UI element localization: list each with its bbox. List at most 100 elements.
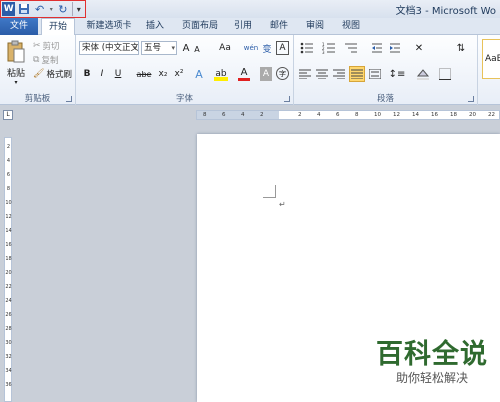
styles-group: AaBb [478, 35, 500, 105]
increase-indent-icon[interactable] [388, 41, 402, 55]
align-center-icon[interactable] [315, 67, 329, 81]
ruler-tick-label: 36 [5, 382, 12, 388]
tab-file[interactable]: 文件 [0, 18, 38, 35]
text-effects-button[interactable]: A [192, 67, 206, 81]
cut-button[interactable]: ✂ 剪切 [33, 40, 60, 52]
window-title: 文档3 - Microsoft Wo [395, 6, 496, 17]
margin-crop-mark [263, 185, 276, 198]
font-size-value: 五号 [144, 43, 162, 53]
ruler-tick-label: 10 [5, 200, 12, 206]
tab-home[interactable]: 开始 [41, 18, 75, 36]
paragraph-mark: ↵ [279, 200, 286, 209]
ruler-tick-label: 32 [5, 354, 12, 360]
superscript-button[interactable]: x² [172, 67, 186, 81]
ruler-tick-label: 18 [5, 256, 12, 262]
undo-icon[interactable]: ↶ [33, 2, 46, 16]
redo-icon[interactable]: ↻ [56, 2, 69, 16]
svg-text:3: 3 [322, 50, 325, 54]
tab-page-layout[interactable]: 页面布局 [176, 18, 224, 35]
title-bar: W ↶ ▾ ↻ ▾ 文档3 - Microsoft Wo [0, 0, 500, 18]
tab-view[interactable]: 视图 [336, 18, 366, 35]
ruler-tick-label: 12 [393, 112, 400, 118]
character-shading-button[interactable]: A [260, 67, 272, 81]
borders-icon[interactable] [436, 67, 454, 81]
quick-access-toolbar: W ↶ ▾ ↻ ▾ [0, 0, 86, 18]
ruler-tick-label: 10 [374, 112, 381, 118]
bullets-icon[interactable] [298, 41, 316, 55]
shrink-font-button[interactable]: A [192, 43, 202, 55]
subscript-button[interactable]: x₂ [156, 67, 170, 81]
vertical-ruler[interactable]: 2 4 6 8 10 12 14 16 18 20 22 24 26 28 30 32 34 36 [4, 137, 12, 402]
align-right-icon[interactable] [332, 67, 346, 81]
paste-dropdown-icon[interactable]: ▾ [12, 78, 20, 86]
distributed-icon[interactable] [368, 67, 382, 81]
grow-font-button[interactable]: A [180, 41, 192, 55]
tab-references[interactable]: 引用 [228, 18, 258, 35]
align-left-icon[interactable] [298, 67, 312, 81]
change-case-button[interactable]: Aa [216, 41, 234, 55]
numbering-icon[interactable]: 123 [320, 41, 338, 55]
sort-icon[interactable]: ⇅ [454, 41, 468, 55]
phonetic-guide-button[interactable]: wén [244, 41, 258, 55]
paste-button[interactable]: 粘贴 [4, 66, 28, 79]
ruler-tick-label: 20 [5, 270, 12, 276]
tab-selector-icon[interactable]: L [3, 110, 13, 120]
paste-icon[interactable] [4, 38, 28, 66]
ruler-tick-label: 4 [241, 112, 245, 118]
line-spacing-icon[interactable]: ↕≡ [388, 67, 406, 81]
ruler-tick-label: 2 [298, 112, 302, 118]
ruler-tick-label: 2 [6, 144, 11, 150]
multilevel-list-icon[interactable] [342, 41, 360, 55]
font-group: 宋体 (中文正文 ▾ 五号 ▾ A A Aa wén 变 A B I U abe x… [76, 35, 294, 105]
format-painter-button[interactable]: 🖌 格式刷 [33, 68, 72, 80]
font-name-combo[interactable]: 宋体 (中文正文 ▾ [79, 41, 139, 55]
font-launcher-icon[interactable] [284, 96, 290, 102]
ruler-tick-label: 30 [5, 340, 12, 346]
customize-qat-icon[interactable]: ▾ [71, 2, 85, 16]
tab-review[interactable]: 审阅 [300, 18, 330, 35]
font-name-value: 宋体 (中文正文 [82, 43, 139, 53]
undo-dropdown-icon[interactable]: ▾ [48, 2, 54, 16]
tab-insert[interactable]: 插入 [140, 18, 170, 35]
ruler-tick-label: 6 [6, 172, 11, 178]
ruler-tick-label: 22 [5, 284, 12, 290]
highlight-button[interactable]: ab [214, 67, 228, 81]
font-size-combo[interactable]: 五号 ▾ [141, 41, 177, 55]
font-group-label: 字体 [175, 94, 193, 104]
word-logo-icon[interactable]: W [2, 2, 16, 16]
underline-button[interactable]: U [112, 67, 124, 81]
paragraph-launcher-icon[interactable] [468, 96, 474, 102]
ruler-tick-label: 22 [488, 112, 495, 118]
ruler-tick-label: 14 [412, 112, 419, 118]
chinese-layout-icon[interactable]: ✕ [410, 41, 428, 55]
shading-icon[interactable] [414, 67, 432, 81]
strikethrough-button[interactable]: abe [136, 67, 152, 81]
horizontal-ruler[interactable]: 8 6 4 2 2 4 6 8 10 12 14 16 18 20 22 [196, 110, 500, 120]
ruler-tick-label: 24 [5, 298, 12, 304]
enclose-characters-button[interactable]: 字 [276, 67, 289, 80]
copy-icon: ⧉ [33, 55, 40, 65]
ribbon: 粘贴 ▾ ✂ 剪切 ⧉ 复制 🖌 格式刷 剪贴板 宋体 (中文正文 ▾ 五号 ▾ A A … [0, 35, 500, 105]
clipboard-launcher-icon[interactable] [66, 96, 72, 102]
font-color-button[interactable]: A [238, 67, 250, 81]
tab-new[interactable]: 新建选项卡 [80, 18, 138, 35]
tab-mailings[interactable]: 邮件 [264, 18, 294, 35]
character-border-button[interactable]: A [276, 41, 289, 55]
paragraph-group-label: 段落 [376, 94, 394, 104]
clipboard-group-label: 剪贴板 [24, 94, 51, 104]
ruler-tick-label: 28 [5, 326, 12, 332]
ruler-tick-label: 16 [431, 112, 438, 118]
italic-button[interactable]: I [96, 67, 108, 81]
ruler-tick-label: 20 [469, 112, 476, 118]
style-normal-preview[interactable]: AaBb [482, 39, 500, 79]
copy-button[interactable]: ⧉ 复制 [33, 54, 58, 66]
clear-format-button[interactable]: 变 [260, 41, 274, 55]
justify-icon[interactable] [349, 66, 365, 82]
ruler-tick-label: 14 [5, 228, 12, 234]
decrease-indent-icon[interactable] [370, 41, 384, 55]
ruler-tick-label: 8 [203, 112, 207, 118]
clipboard-group: 粘贴 ▾ ✂ 剪切 ⧉ 复制 🖌 格式刷 剪贴板 [0, 35, 76, 105]
watermark: 百科全说 助你轻松解决 [372, 340, 492, 386]
bold-button[interactable]: B [81, 67, 93, 81]
save-icon[interactable] [17, 2, 30, 16]
